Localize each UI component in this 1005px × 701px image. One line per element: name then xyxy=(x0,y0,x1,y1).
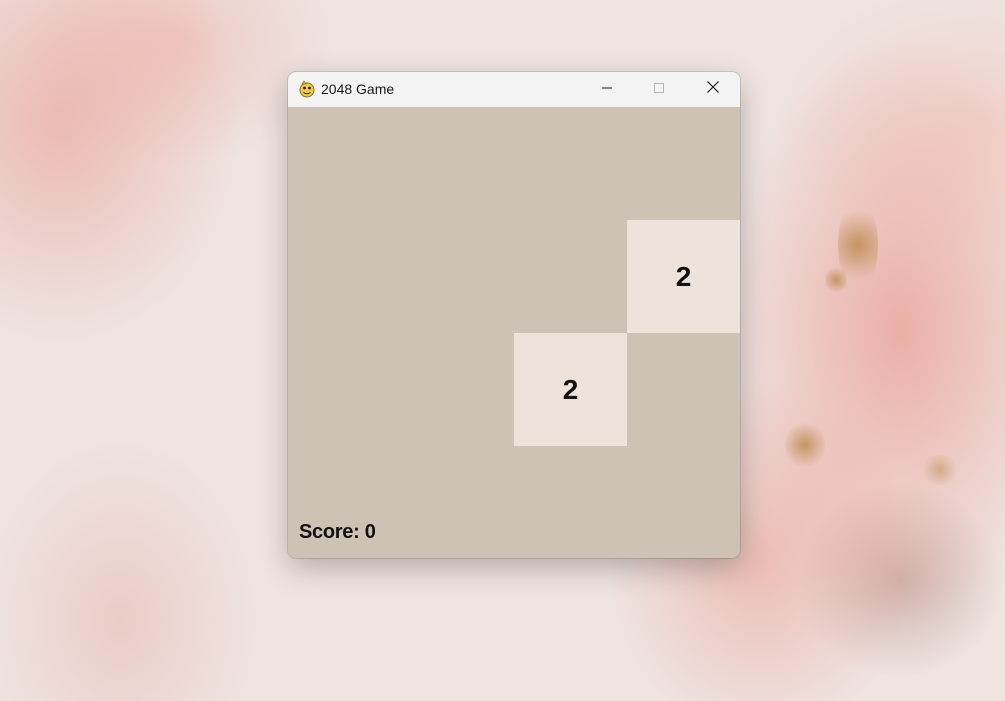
game-window: 2048 Game 2 2 Score: 0 xyxy=(288,72,740,558)
python-snake-icon xyxy=(298,80,316,98)
maximize-icon xyxy=(653,81,665,99)
tile-value: 2 xyxy=(562,373,579,405)
gold-fleck xyxy=(785,420,825,470)
tile-2: 2 xyxy=(627,220,740,333)
game-board[interactable]: 2 2 Score: 0 xyxy=(288,107,740,558)
maximize-button[interactable] xyxy=(636,72,682,107)
gold-fleck xyxy=(920,455,960,485)
window-titlebar[interactable]: 2048 Game xyxy=(288,72,740,107)
minimize-icon xyxy=(601,81,613,99)
window-title: 2048 Game xyxy=(321,81,395,97)
tile-2: 2 xyxy=(514,333,627,446)
tile-value: 2 xyxy=(675,260,692,292)
minimize-button[interactable] xyxy=(584,72,630,107)
score-label: Score: 0 xyxy=(299,521,376,543)
close-icon xyxy=(706,80,720,99)
close-button[interactable] xyxy=(690,72,736,107)
desktop-wallpaper: 2048 Game 2 2 Score: 0 xyxy=(0,0,1005,701)
gold-fleck xyxy=(825,265,847,295)
